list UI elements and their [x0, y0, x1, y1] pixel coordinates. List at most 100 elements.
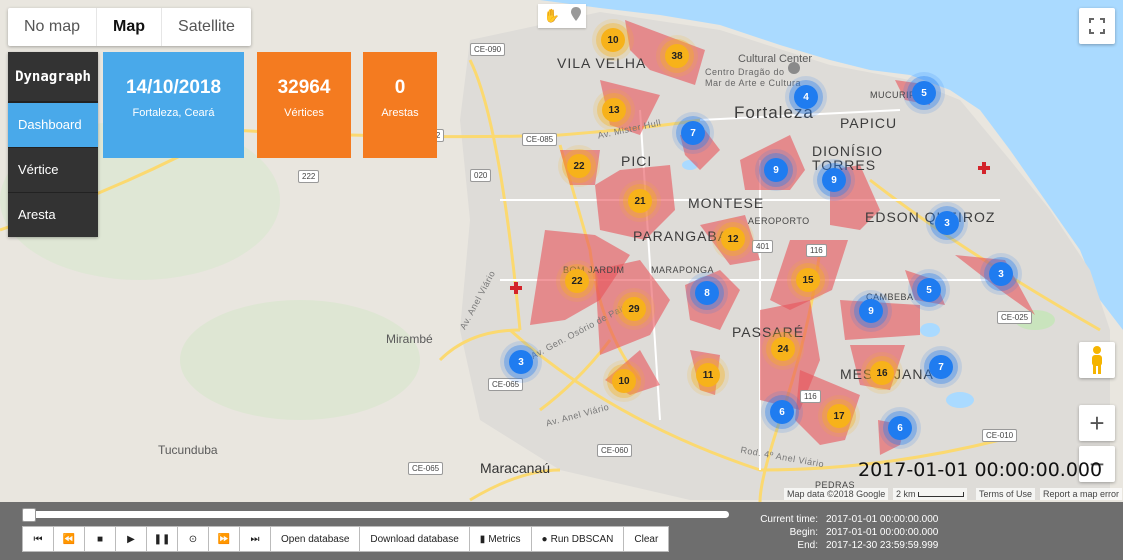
current-time-value: 2017-01-01 00:00:00.000: [826, 514, 939, 525]
map-type-map[interactable]: Map: [97, 8, 163, 46]
cluster-marker[interactable]: 4: [794, 85, 818, 109]
cluster-marker[interactable]: 3: [509, 350, 533, 374]
cluster-marker[interactable]: 38: [665, 44, 689, 68]
sidebar-item-vertice[interactable]: Vértice: [8, 147, 98, 192]
clear-button[interactable]: Clear: [623, 526, 670, 552]
cluster-marker[interactable]: 7: [681, 121, 705, 145]
sidebar-item-aresta[interactable]: Aresta: [8, 192, 98, 237]
cluster-marker[interactable]: 10: [612, 369, 636, 393]
play-icon: ▶: [127, 533, 135, 545]
record-button[interactable]: ⊙: [177, 526, 209, 552]
cluster-marker[interactable]: 22: [567, 154, 591, 178]
road-shield: CE-025: [997, 311, 1033, 324]
open-database-button[interactable]: Open database: [270, 526, 361, 552]
cluster-marker[interactable]: 7: [929, 355, 953, 379]
skip-start-icon: ⏮: [33, 533, 43, 545]
map-label-montese: MONTESE: [688, 195, 765, 211]
map-type-control: No map Map Satellite: [8, 8, 251, 46]
metrics-button[interactable]: ▮ Metrics: [468, 526, 532, 552]
pause-button[interactable]: ❚❚: [146, 526, 178, 552]
street-view-button[interactable]: [1079, 342, 1115, 378]
cluster-marker[interactable]: 11: [696, 363, 720, 387]
cluster-marker[interactable]: 5: [917, 278, 941, 302]
record-icon: ⊙: [188, 533, 198, 545]
map-label-mirambe: Mirambé: [386, 332, 433, 346]
download-database-label: Download database: [370, 533, 459, 545]
map-type-no-map[interactable]: No map: [8, 8, 98, 46]
map-label-vila-velha: VILA VELHA: [557, 55, 647, 71]
download-database-button[interactable]: Download database: [359, 526, 470, 552]
cluster-marker[interactable]: 16: [870, 361, 894, 385]
map-label-dionisio-2: TORRES: [812, 157, 877, 173]
cluster-marker[interactable]: 15: [796, 268, 820, 292]
open-database-label: Open database: [281, 533, 350, 545]
end-time-label: End:: [797, 540, 818, 551]
edges-value: 0: [394, 77, 406, 98]
cluster-marker[interactable]: 8: [695, 281, 719, 305]
zoom-in-button[interactable]: +: [1079, 405, 1115, 441]
marker-pin-icon[interactable]: [570, 6, 581, 26]
road-shield: 020: [470, 169, 492, 182]
report-error-link[interactable]: Report a map error: [1040, 488, 1123, 500]
edges-tile: 0 Arestas: [363, 52, 437, 158]
road-shield: CE-010: [982, 429, 1018, 442]
pegman-icon: [1092, 346, 1102, 374]
map-label-parangaba: PARANGABA: [633, 228, 729, 244]
edges-label: Arestas: [381, 107, 419, 119]
playback-bar: ⏮ ⏪ ■ ▶ ❚❚ ⊙ ⏩ ⏭ Open database Download …: [0, 502, 1123, 560]
date-value: 14/10/2018: [125, 77, 222, 98]
cluster-marker[interactable]: 22: [565, 269, 589, 293]
pause-icon: ❚❚: [153, 533, 171, 545]
rewind-button[interactable]: ⏪: [53, 526, 85, 552]
map-timestamp: 2017-01-01 00:00:00.000: [858, 459, 1103, 481]
cluster-marker[interactable]: 10: [601, 28, 625, 52]
cluster-marker[interactable]: 9: [859, 299, 883, 323]
run-dbscan-button[interactable]: ● Run DBSCAN: [530, 526, 625, 552]
cluster-marker[interactable]: 29: [622, 297, 646, 321]
map-label-tucunduba: Tucunduba: [158, 443, 218, 457]
stop-button[interactable]: ■: [84, 526, 116, 552]
road-shield: 116: [800, 390, 821, 403]
app-logo: Dynagraph: [8, 52, 98, 102]
cluster-marker[interactable]: 13: [602, 98, 626, 122]
stop-icon: ■: [96, 533, 104, 545]
skip-to-start-button[interactable]: ⏮: [22, 526, 54, 552]
cluster-marker[interactable]: 9: [822, 168, 846, 192]
terms-link[interactable]: Terms of Use: [976, 488, 1036, 500]
cluster-marker[interactable]: 6: [770, 400, 794, 424]
map-label-cultural-center: Cultural Center: [738, 53, 812, 65]
play-button[interactable]: ▶: [115, 526, 147, 552]
begin-time-value: 2017-01-01 00:00:00.000: [826, 527, 939, 538]
cluster-marker[interactable]: 21: [628, 189, 652, 213]
cluster-marker[interactable]: 17: [827, 404, 851, 428]
fullscreen-button[interactable]: [1079, 8, 1115, 44]
sidebar: Dynagraph Dashboard Vértice Aresta: [8, 52, 98, 237]
cluster-marker[interactable]: 5: [912, 81, 936, 105]
sidebar-item-dashboard[interactable]: Dashboard: [8, 102, 98, 147]
road-shield: 222: [298, 170, 320, 183]
time-info: Current time: 2017-01-01 00:00:00.000 Beg…: [740, 513, 938, 552]
map-label-maraponga: MARAPONGA: [651, 265, 715, 275]
map-type-satellite[interactable]: Satellite: [162, 8, 251, 46]
skip-to-end-button[interactable]: ⏭: [239, 526, 271, 552]
cluster-marker[interactable]: 12: [721, 227, 745, 251]
begin-time-label: Begin:: [789, 527, 818, 538]
date-tile: 14/10/2018 Fortaleza, Ceará: [103, 52, 244, 158]
hand-icon[interactable]: ✋: [543, 8, 559, 24]
map-label-passare: PASSARÉ: [732, 324, 805, 340]
vertices-label: Vértices: [284, 107, 324, 119]
fullscreen-icon: [1089, 18, 1105, 34]
cluster-marker[interactable]: 3: [935, 211, 959, 235]
clear-label: Clear: [634, 533, 659, 545]
road-shield: 116: [806, 244, 827, 257]
vertices-tile: 32964 Vértices: [257, 52, 351, 158]
cluster-marker[interactable]: 9: [764, 158, 788, 182]
cluster-marker[interactable]: 24: [771, 337, 795, 361]
vertices-value: 32964: [277, 77, 331, 98]
fast-forward-button[interactable]: ⏩: [208, 526, 240, 552]
cluster-marker[interactable]: 3: [989, 262, 1013, 286]
cluster-marker[interactable]: 6: [888, 416, 912, 440]
road-shield: CE-065: [408, 462, 444, 475]
timeline-slider-handle[interactable]: [22, 508, 36, 522]
timeline-slider[interactable]: [22, 508, 729, 522]
